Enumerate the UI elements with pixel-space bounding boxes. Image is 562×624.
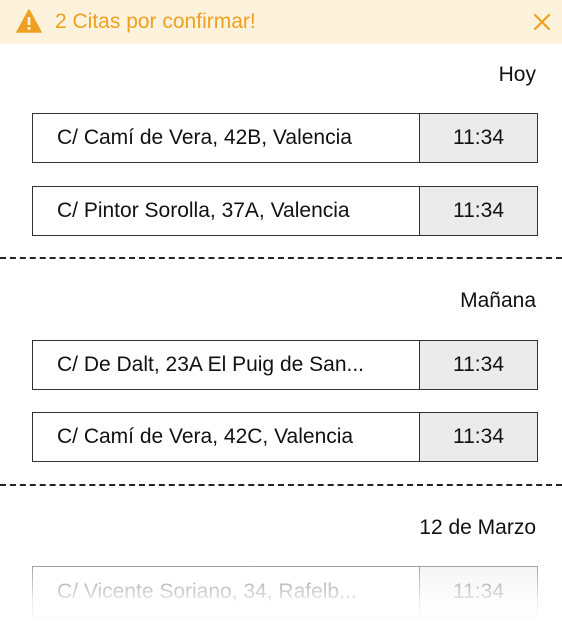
appointment-card[interactable]: C/ Camí de Vera, 42C, Valencia 11:34: [32, 412, 538, 462]
appointment-card[interactable]: C/ Vicente Soriano, 34, Rafelb... 11:34: [32, 566, 538, 618]
appointment-card[interactable]: C/ Camí de Vera, 42B, Valencia 11:34: [32, 113, 538, 163]
appointment-time: 11:34: [420, 341, 537, 389]
section-divider: [0, 257, 562, 259]
section-title-date: 12 de Marzo: [419, 516, 536, 539]
section-divider: [0, 484, 562, 486]
appointment-address: C/ Camí de Vera, 42C, Valencia: [33, 413, 420, 461]
warning-triangle-icon: [16, 9, 42, 33]
close-icon[interactable]: [531, 11, 553, 33]
appointment-time: 11:34: [420, 413, 537, 461]
appointment-address: C/ De Dalt, 23A El Puig de San...: [33, 341, 420, 389]
appointment-time: 11:34: [420, 567, 537, 617]
section-title-tomorrow: Mañana: [460, 289, 536, 312]
pending-appointments-alert[interactable]: 2 Citas por confirmar!: [0, 0, 562, 44]
appointment-card[interactable]: C/ Pintor Sorolla, 37A, Valencia 11:34: [32, 186, 538, 236]
appointment-time: 11:34: [420, 187, 537, 235]
appointment-address: C/ Camí de Vera, 42B, Valencia: [33, 114, 420, 162]
alert-message: 2 Citas por confirmar!: [55, 10, 256, 33]
appointment-card[interactable]: C/ De Dalt, 23A El Puig de San... 11:34: [32, 340, 538, 390]
appointment-time: 11:34: [420, 114, 537, 162]
appointment-address: C/ Pintor Sorolla, 37A, Valencia: [33, 187, 420, 235]
appointment-address: C/ Vicente Soriano, 34, Rafelb...: [33, 567, 420, 617]
section-title-today: Hoy: [498, 63, 536, 86]
